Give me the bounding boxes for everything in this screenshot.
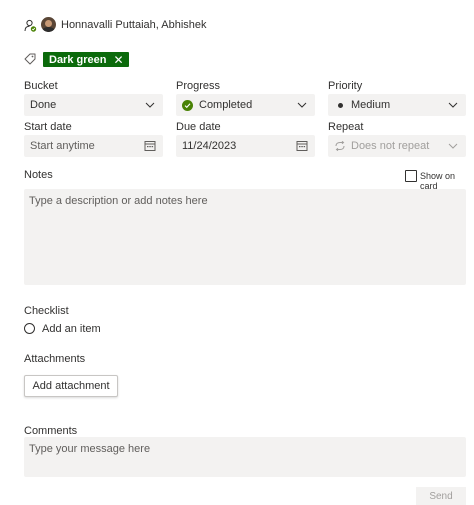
repeat-select[interactable]: Does not repeat: [328, 135, 466, 157]
progress-label: Progress: [176, 80, 221, 92]
tag-icon[interactable]: [24, 53, 36, 65]
comment-textarea[interactable]: Type your message here: [24, 437, 466, 477]
assignee-name[interactable]: Honnavalli Puttaiah, Abhishek: [61, 19, 207, 31]
due-date-field[interactable]: 11/24/2023: [176, 135, 315, 157]
send-button[interactable]: Send: [416, 487, 466, 505]
chevron-down-icon: [448, 143, 458, 149]
progress-select[interactable]: Completed: [176, 94, 315, 116]
add-attachment-button[interactable]: Add attachment: [24, 375, 118, 397]
notes-label: Notes: [24, 169, 53, 181]
due-date-value: 11/24/2023: [182, 140, 237, 152]
close-icon[interactable]: ✕: [113, 54, 123, 66]
chevron-down-icon: [145, 102, 155, 108]
chevron-down-icon: [297, 102, 307, 108]
start-date-field[interactable]: Start anytime: [24, 135, 163, 157]
checklist-add-radio[interactable]: [24, 323, 35, 334]
comments-label: Comments: [24, 425, 78, 437]
show-on-card-label[interactable]: Show on card: [420, 171, 474, 191]
notes-placeholder: Type a description or add notes here: [29, 195, 208, 207]
avatar[interactable]: [41, 17, 56, 32]
assign-icon[interactable]: [24, 19, 37, 32]
priority-label: Priority: [328, 80, 363, 92]
comment-placeholder: Type your message here: [29, 443, 151, 455]
bucket-value: Done: [30, 99, 57, 111]
attachments-label: Attachments: [24, 353, 86, 365]
checklist-label: Checklist: [24, 305, 69, 317]
repeat-label: Repeat: [328, 121, 364, 133]
progress-value: Completed: [199, 99, 253, 111]
priority-dot-icon: [338, 102, 343, 108]
chevron-down-icon: [448, 102, 458, 108]
start-date-placeholder: Start anytime: [30, 140, 95, 152]
bucket-label: Bucket: [24, 80, 58, 92]
check-icon: [182, 99, 193, 111]
due-date-label: Due date: [176, 121, 221, 133]
calendar-icon[interactable]: [144, 140, 156, 152]
priority-value: Medium: [351, 99, 391, 111]
start-date-label: Start date: [24, 121, 72, 133]
notes-textarea[interactable]: Type a description or add notes here: [24, 189, 466, 285]
calendar-icon[interactable]: [296, 140, 308, 152]
repeat-value: Does not repeat: [351, 140, 430, 152]
bucket-select[interactable]: Done: [24, 94, 163, 116]
priority-select[interactable]: Medium: [328, 94, 466, 116]
add-item-input[interactable]: Add an item: [42, 323, 101, 335]
label-tag-text: Dark green: [49, 53, 107, 66]
label-tag[interactable]: Dark green ✕: [43, 52, 129, 67]
repeat-icon: [335, 141, 345, 151]
show-on-card-checkbox[interactable]: [405, 170, 417, 182]
